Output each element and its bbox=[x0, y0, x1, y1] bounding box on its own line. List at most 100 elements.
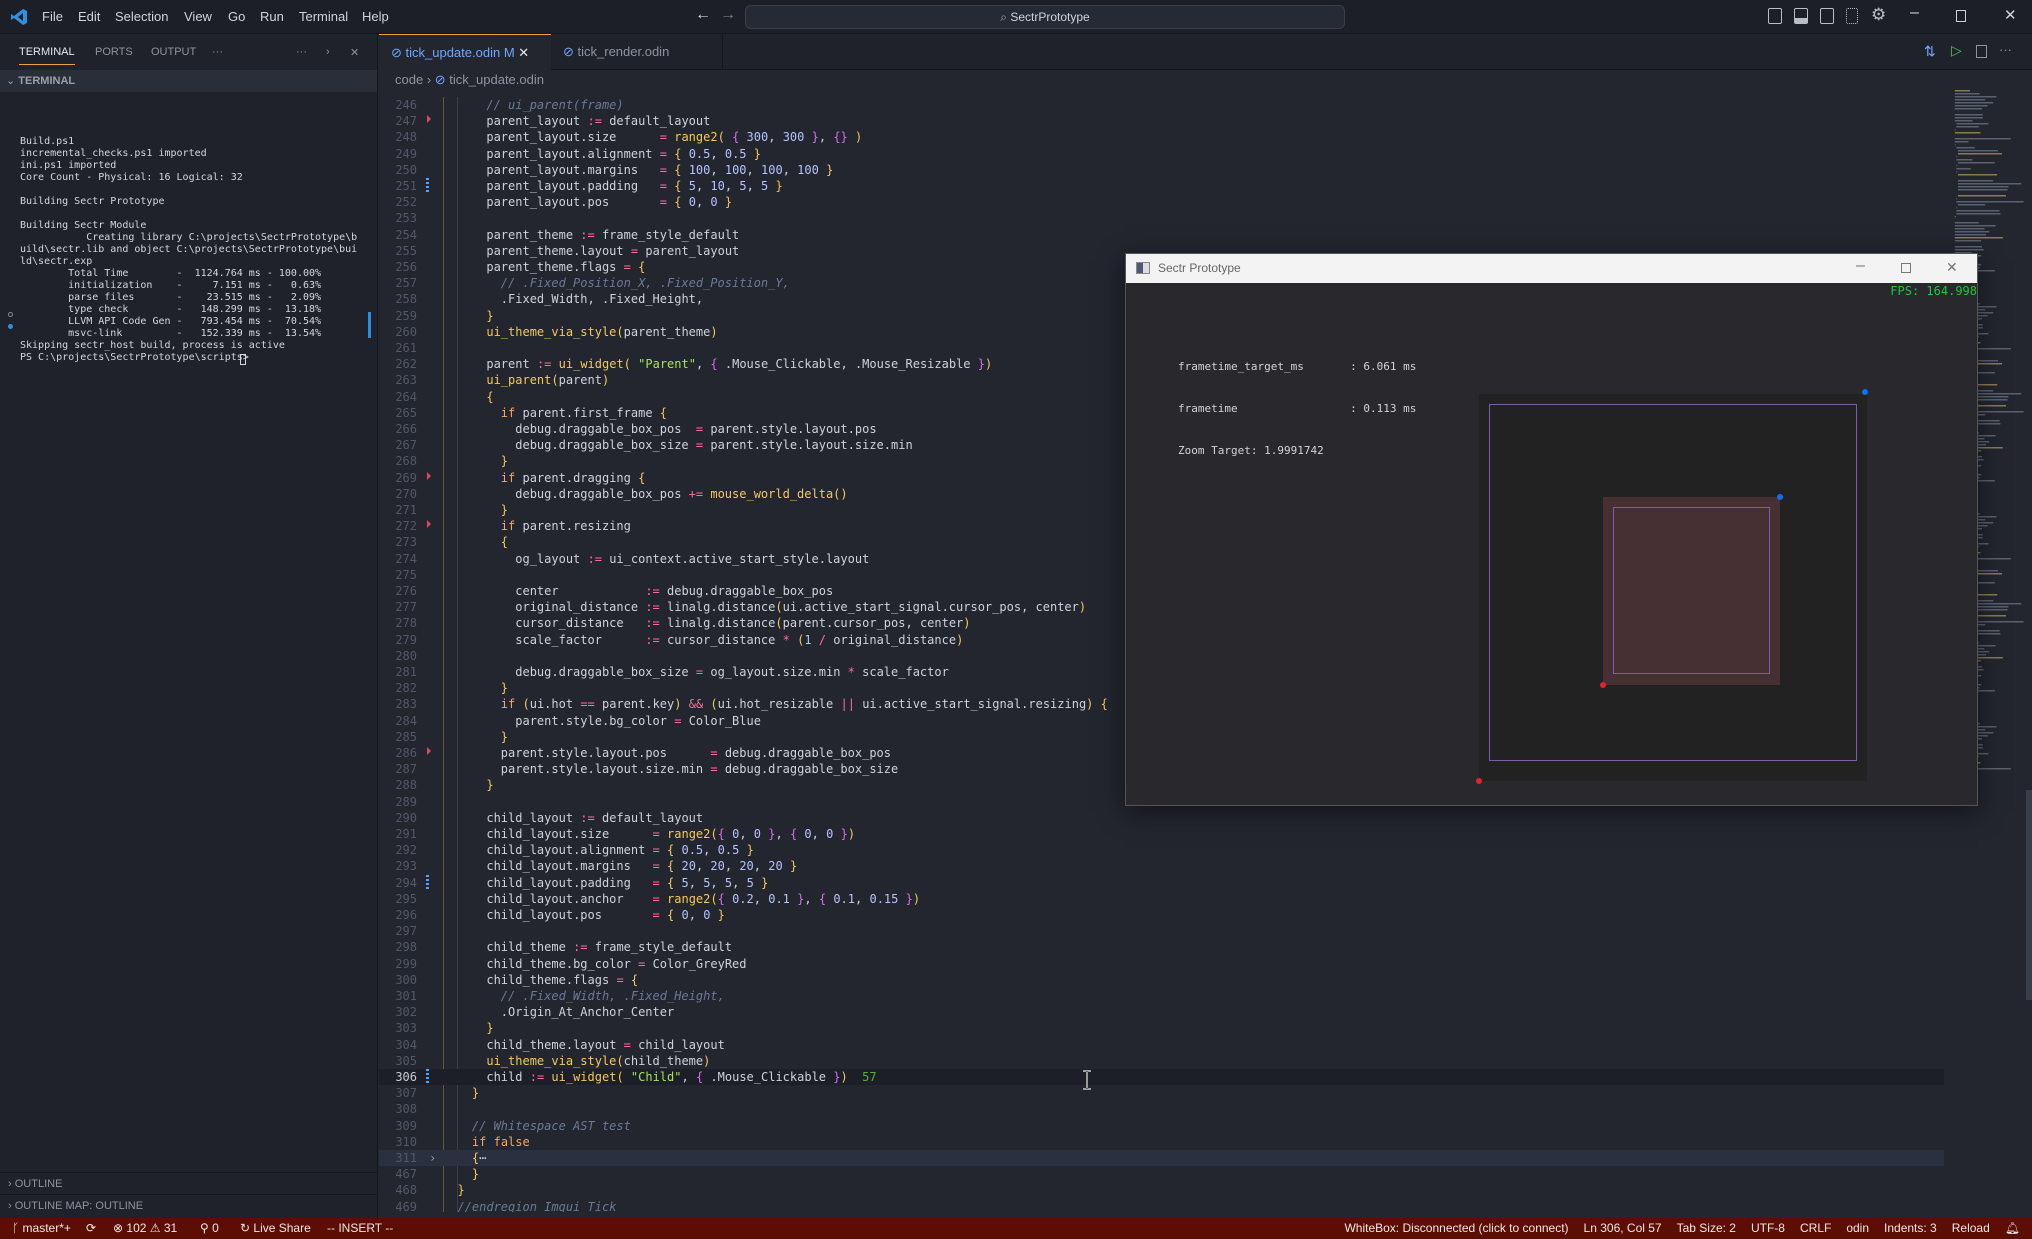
forward-arrow-icon[interactable]: → bbox=[720, 6, 736, 24]
diff-deleted-marker[interactable] bbox=[427, 115, 431, 124]
problems-indicator[interactable]: ⊗ 102 ⚠ 31 bbox=[113, 1218, 177, 1239]
chevron-right-icon[interactable]: › bbox=[326, 46, 330, 58]
language-mode[interactable]: odin bbox=[1846, 1218, 1869, 1239]
maximize-icon[interactable] bbox=[1901, 263, 1911, 273]
code-line[interactable]: 250 parent_layout.margins = { 100, 100, … bbox=[379, 162, 1944, 178]
menu-run[interactable]: Run bbox=[260, 9, 284, 24]
code-line[interactable]: 468 } bbox=[379, 1182, 1944, 1198]
notifications-bell-icon[interactable]: 🔔︎ bbox=[2005, 1218, 2020, 1239]
code-line[interactable]: 296 child_layout.pos = { 0, 0 } bbox=[379, 907, 1944, 923]
reload-button[interactable]: Reload bbox=[1952, 1218, 1990, 1239]
whitebox-status[interactable]: WhiteBox: Disconnected (click to connect… bbox=[1344, 1218, 1568, 1239]
code-line[interactable]: 295 child_layout.anchor = range2({ 0.2, … bbox=[379, 891, 1944, 907]
outline-section[interactable]: › OUTLINE bbox=[0, 1172, 377, 1194]
code-line[interactable]: 469 //endregion Imgui Tick bbox=[379, 1199, 1944, 1212]
code-line[interactable]: 291 child_layout.size = range2({ 0, 0 },… bbox=[379, 826, 1944, 842]
code-line[interactable]: 309 // Whitespace AST test bbox=[379, 1118, 1944, 1134]
terminal-section-header[interactable]: ⌄ TERMINAL bbox=[0, 70, 377, 92]
parent-widget[interactable] bbox=[1476, 389, 1868, 784]
close-icon[interactable]: ✕ bbox=[1946, 259, 1958, 276]
diff-modified-marker[interactable] bbox=[426, 874, 429, 891]
code-line[interactable]: 297 bbox=[379, 923, 1944, 939]
code-line[interactable]: 304 child_theme.layout = child_layout bbox=[379, 1037, 1944, 1053]
code-line[interactable]: 303 } bbox=[379, 1020, 1944, 1036]
more-tabs-button[interactable]: ··· bbox=[212, 46, 223, 58]
line-ending[interactable]: CRLF bbox=[1800, 1218, 1831, 1239]
child-max-handle[interactable] bbox=[1777, 494, 1783, 500]
code-line[interactable]: 299 child_theme.bg_color = Color_GreyRed bbox=[379, 956, 1944, 972]
toggle-panel-icon[interactable] bbox=[1794, 8, 1808, 24]
diff-deleted-marker[interactable] bbox=[427, 520, 431, 529]
code-line[interactable]: 246 // ui_parent(frame) bbox=[379, 97, 1944, 113]
code-line[interactable]: 305 ui_theme_via_style(child_theme) bbox=[379, 1053, 1944, 1069]
fold-chevron-icon[interactable]: › bbox=[429, 1150, 436, 1166]
menu-edit[interactable]: Edit bbox=[78, 9, 100, 24]
code-line[interactable]: 301 // .Fixed_Width, .Fixed_Height, bbox=[379, 988, 1944, 1004]
code-line[interactable]: 290 child_layout := default_layout bbox=[379, 810, 1944, 826]
breadcrumb-folder[interactable]: code bbox=[395, 72, 423, 87]
split-editor-icon[interactable] bbox=[1976, 45, 1987, 58]
code-line[interactable]: 254 parent_theme := frame_style_default bbox=[379, 227, 1944, 243]
menu-terminal[interactable]: Terminal bbox=[299, 9, 348, 24]
indents[interactable]: Indents: 3 bbox=[1884, 1218, 1937, 1239]
code-line[interactable]: 307 } bbox=[379, 1085, 1944, 1101]
menu-go[interactable]: Go bbox=[228, 9, 245, 24]
cursor-position[interactable]: Ln 306, Col 57 bbox=[1584, 1218, 1662, 1239]
code-line[interactable]: 253 bbox=[379, 210, 1944, 226]
tab-output[interactable]: OUTPUT bbox=[151, 46, 196, 58]
close-panel-icon[interactable]: ✕ bbox=[350, 46, 359, 59]
diff-modified-marker[interactable] bbox=[426, 1069, 429, 1085]
code-line[interactable]: 300 child_theme.flags = { bbox=[379, 972, 1944, 988]
close-icon[interactable]: ✕ bbox=[2004, 6, 2017, 24]
window-title-bar[interactable]: Sectr Prototype – ✕ bbox=[1126, 254, 1977, 283]
code-line[interactable]: 306 child := ui_widget( "Child", { .Mous… bbox=[379, 1069, 1944, 1085]
toggle-secondary-sidebar-icon[interactable] bbox=[1820, 8, 1834, 24]
parent-min-handle[interactable] bbox=[1476, 778, 1482, 784]
tab-tick-render[interactable]: ⊘ tick_render.odin bbox=[551, 34, 723, 70]
back-arrow-icon[interactable]: ← bbox=[695, 6, 711, 24]
code-line[interactable]: 310 if false bbox=[379, 1134, 1944, 1150]
code-line[interactable]: 294 child_layout.padding = { 5, 5, 5, 5 … bbox=[379, 874, 1944, 891]
ports-indicator[interactable]: ⚲ 0 bbox=[200, 1218, 219, 1239]
code-line[interactable]: 311 › {⋯ bbox=[379, 1150, 1944, 1166]
terminal-scrollbar[interactable] bbox=[368, 312, 371, 338]
sync-icon[interactable]: ⟳ bbox=[86, 1218, 96, 1239]
live-share-button[interactable]: ↻ Live Share bbox=[240, 1218, 311, 1239]
code-line[interactable]: 298 child_theme := frame_style_default bbox=[379, 939, 1944, 955]
minimize-icon[interactable]: – bbox=[1856, 257, 1865, 275]
maximize-icon[interactable] bbox=[1956, 10, 1966, 22]
toggle-primary-sidebar-icon[interactable] bbox=[1768, 8, 1782, 24]
run-icon[interactable]: ▷ bbox=[1951, 42, 1962, 59]
menu-help[interactable]: Help bbox=[362, 9, 389, 24]
sectr-prototype-window[interactable]: Sectr Prototype – ✕ FPS: 164.998 frameti… bbox=[1125, 253, 1978, 806]
code-line[interactable]: 248 parent_layout.size = range2( { 300, … bbox=[379, 129, 1944, 145]
code-line[interactable]: 292 child_layout.alignment = { 0.5, 0.5 … bbox=[379, 842, 1944, 858]
branch-indicator[interactable]: ᚴ master*+ bbox=[12, 1218, 71, 1239]
settings-gear-icon[interactable]: ⚙ bbox=[1871, 5, 1886, 25]
outline-map-section[interactable]: › OUTLINE MAP: OUTLINE bbox=[0, 1194, 377, 1216]
customize-layout-icon[interactable] bbox=[1846, 8, 1858, 24]
editor-scrollbar[interactable] bbox=[2026, 790, 2032, 1000]
code-line[interactable]: 293 child_layout.margins = { 20, 20, 20,… bbox=[379, 858, 1944, 874]
parent-max-handle[interactable] bbox=[1862, 389, 1868, 395]
command-center-search[interactable]: ⌕ SectrPrototype bbox=[745, 5, 1345, 29]
more-actions-icon[interactable]: ··· bbox=[1999, 42, 2012, 57]
more-actions-icon[interactable]: ··· bbox=[296, 46, 307, 58]
minimize-icon[interactable]: – bbox=[1910, 4, 1919, 22]
diff-deleted-marker[interactable] bbox=[427, 471, 431, 480]
menu-view[interactable]: View bbox=[184, 9, 212, 24]
compare-changes-icon[interactable]: ⇅ bbox=[1924, 43, 1936, 60]
encoding[interactable]: UTF-8 bbox=[1751, 1218, 1785, 1239]
tab-size[interactable]: Tab Size: 2 bbox=[1677, 1218, 1736, 1239]
diff-modified-marker[interactable] bbox=[426, 178, 429, 194]
code-line[interactable]: 249 parent_layout.alignment = { 0.5, 0.5… bbox=[379, 146, 1944, 162]
code-line[interactable]: 252 parent_layout.pos = { 0, 0 } bbox=[379, 194, 1944, 210]
tab-tick-update[interactable]: ⊘ tick_update.odin M ✕ bbox=[379, 34, 551, 70]
child-widget[interactable] bbox=[1603, 497, 1780, 685]
close-tab-icon[interactable]: ✕ bbox=[518, 45, 529, 60]
code-line[interactable]: 247 parent_layout := default_layout bbox=[379, 113, 1944, 129]
code-line[interactable]: 302 .Origin_At_Anchor_Center bbox=[379, 1004, 1944, 1020]
menu-file[interactable]: File bbox=[42, 9, 63, 24]
child-min-handle[interactable] bbox=[1600, 682, 1606, 688]
code-line[interactable]: 467 } bbox=[379, 1166, 1944, 1182]
